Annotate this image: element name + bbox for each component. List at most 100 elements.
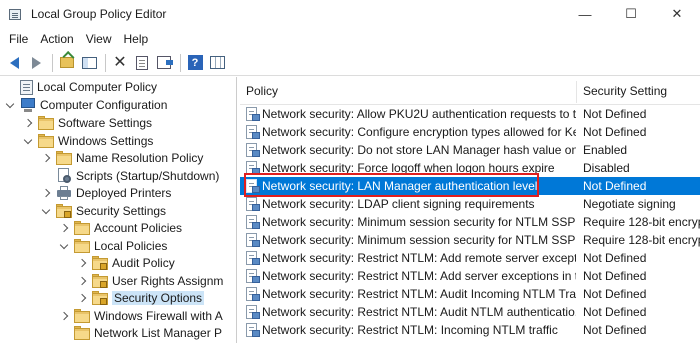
- menu-help[interactable]: Help: [118, 28, 155, 50]
- delete-button[interactable]: ✕: [110, 53, 130, 73]
- tree-item-label: Windows Settings: [58, 134, 154, 148]
- policy-row[interactable]: Network security: Restrict NTLM: Audit I…: [240, 285, 700, 303]
- policy-item-icon: [245, 269, 261, 283]
- close-button[interactable]: ✕: [654, 0, 700, 28]
- tree-item-name-resolution-policy[interactable]: Name Resolution Policy: [40, 149, 203, 167]
- show-hide-tree-button[interactable]: [79, 53, 99, 73]
- filter-button[interactable]: [207, 53, 227, 73]
- policy-row[interactable]: Network security: Minimum session securi…: [240, 213, 700, 231]
- pane-splitter[interactable]: [236, 77, 237, 343]
- policy-setting: Enabled: [583, 143, 628, 157]
- folder-icon: [92, 255, 108, 271]
- tree-item-security-options[interactable]: Security Options: [76, 289, 205, 307]
- chevron-down-icon[interactable]: [4, 99, 16, 111]
- back-icon: [9, 56, 19, 69]
- export-list-button[interactable]: [154, 53, 174, 73]
- chevron-down-icon[interactable]: [22, 135, 34, 147]
- tree-item-audit-policy[interactable]: Audit Policy: [76, 254, 175, 272]
- properties-button[interactable]: [132, 53, 152, 73]
- policy-item-icon: [245, 251, 261, 265]
- policy-item-icon: [245, 161, 261, 175]
- minimize-button[interactable]: —: [562, 0, 608, 28]
- tree-item-software-settings[interactable]: Software Settings: [22, 114, 152, 132]
- folder-icon: [56, 150, 72, 166]
- menu-action[interactable]: Action: [34, 28, 79, 50]
- policy-item-icon: [245, 107, 261, 121]
- policy-row[interactable]: Network security: Force logoff when logo…: [240, 159, 700, 177]
- policy-setting: Not Defined: [583, 179, 647, 193]
- tree-item-local-policies[interactable]: Local Policies: [58, 237, 167, 255]
- tree-item-label: Audit Policy: [112, 256, 175, 270]
- chevron-right-icon[interactable]: [76, 292, 88, 304]
- tree-item-security-settings[interactable]: Security Settings: [40, 202, 166, 220]
- policy-row[interactable]: Network security: Do not store LAN Manag…: [240, 141, 700, 159]
- policy-row-selected[interactable]: Network security: LAN Manager authentica…: [240, 177, 700, 195]
- export-list-icon: [157, 56, 173, 69]
- tree-item-label: Local Computer Policy: [37, 80, 158, 94]
- window-title: Local Group Policy Editor: [31, 7, 167, 21]
- policy-name: Network security: LAN Manager authentica…: [262, 179, 538, 193]
- tree-item-label: Windows Firewall with A: [94, 309, 223, 323]
- chevron-down-icon[interactable]: [58, 240, 70, 252]
- tree-item-windows-firewall[interactable]: Windows Firewall with A: [58, 307, 223, 325]
- toolbar: ✕ ?: [0, 50, 700, 76]
- menu-file[interactable]: File: [3, 28, 34, 50]
- title-bar: Local Group Policy Editor — ☐ ✕: [0, 0, 700, 28]
- tree-item-label: Account Policies: [94, 221, 183, 235]
- chevron-right-icon[interactable]: [58, 222, 70, 234]
- tree-item-network-list-manager[interactable]: Network List Manager P: [58, 324, 222, 342]
- tree-item-account-policies[interactable]: Account Policies: [58, 219, 182, 237]
- maximize-button[interactable]: ☐: [608, 0, 654, 28]
- back-button[interactable]: [4, 53, 24, 73]
- policy-row[interactable]: Network security: Restrict NTLM: Add ser…: [240, 267, 700, 285]
- chevron-right-icon[interactable]: [22, 117, 34, 129]
- policy-row[interactable]: Network security: Configure encryption t…: [240, 123, 700, 141]
- folder-icon: [74, 325, 90, 341]
- tree-item-label: Scripts (Startup/Shutdown): [76, 169, 220, 183]
- console-tree[interactable]: Local Computer Policy Computer Configura…: [0, 77, 226, 343]
- folder-icon: [38, 115, 54, 131]
- tree-item-user-rights-assignment[interactable]: User Rights Assignm: [76, 272, 223, 290]
- policy-name: Network security: Restrict NTLM: Audit N…: [262, 305, 576, 319]
- policy-setting: Not Defined: [583, 269, 647, 283]
- chevron-down-icon[interactable]: [40, 205, 52, 217]
- toolbar-separator: [180, 53, 181, 72]
- policy-row[interactable]: Network security: Restrict NTLM: Incomin…: [240, 321, 700, 339]
- policy-row[interactable]: Network security: Allow PKU2U authentica…: [240, 105, 700, 123]
- tree-item-local-computer-policy[interactable]: Local Computer Policy: [4, 78, 157, 96]
- up-folder-button[interactable]: [57, 53, 77, 73]
- chevron-right-icon[interactable]: [76, 257, 88, 269]
- policy-setting: Require 128-bit encrypti: [583, 215, 700, 229]
- column-divider[interactable]: [576, 81, 577, 103]
- forward-button[interactable]: [26, 53, 46, 73]
- tree-item-label: Security Settings: [76, 204, 167, 218]
- policy-item-icon: [245, 233, 261, 247]
- policy-row[interactable]: Network security: Restrict NTLM: Add rem…: [240, 249, 700, 267]
- policy-setting: Not Defined: [583, 305, 647, 319]
- menu-view[interactable]: View: [80, 28, 118, 50]
- policy-item-icon: [245, 197, 261, 211]
- tree-item-computer-configuration[interactable]: Computer Configuration: [4, 96, 167, 114]
- column-header-security-setting[interactable]: Security Setting: [583, 77, 667, 105]
- policy-name: Network security: Restrict NTLM: Add rem…: [262, 251, 576, 265]
- chevron-right-icon[interactable]: [76, 275, 88, 287]
- tree-item-label: Software Settings: [58, 116, 153, 130]
- chevron-right-icon[interactable]: [40, 187, 52, 199]
- show-hide-tree-icon: [81, 56, 97, 69]
- policy-name: Network security: Minimum session securi…: [262, 233, 576, 247]
- up-folder-icon: [60, 57, 74, 68]
- chevron-right-icon[interactable]: [58, 310, 70, 322]
- chevron-right-icon[interactable]: [40, 152, 52, 164]
- policy-row[interactable]: Network security: Restrict NTLM: Audit N…: [240, 303, 700, 321]
- column-header-policy[interactable]: Policy: [246, 77, 278, 105]
- tree-item-scripts[interactable]: Scripts (Startup/Shutdown): [40, 167, 219, 185]
- folder-icon: [74, 238, 90, 254]
- policy-row[interactable]: Network security: Minimum session securi…: [240, 231, 700, 249]
- policy-list[interactable]: Policy Security Setting Network security…: [240, 77, 700, 343]
- help-button[interactable]: ?: [185, 53, 205, 73]
- policy-row[interactable]: Network security: LDAP client signing re…: [240, 195, 700, 213]
- policy-item-icon: [245, 305, 261, 319]
- tree-item-deployed-printers[interactable]: Deployed Printers: [40, 184, 171, 202]
- policy-setting: Negotiate signing: [583, 197, 676, 211]
- tree-item-windows-settings[interactable]: Windows Settings: [22, 132, 153, 150]
